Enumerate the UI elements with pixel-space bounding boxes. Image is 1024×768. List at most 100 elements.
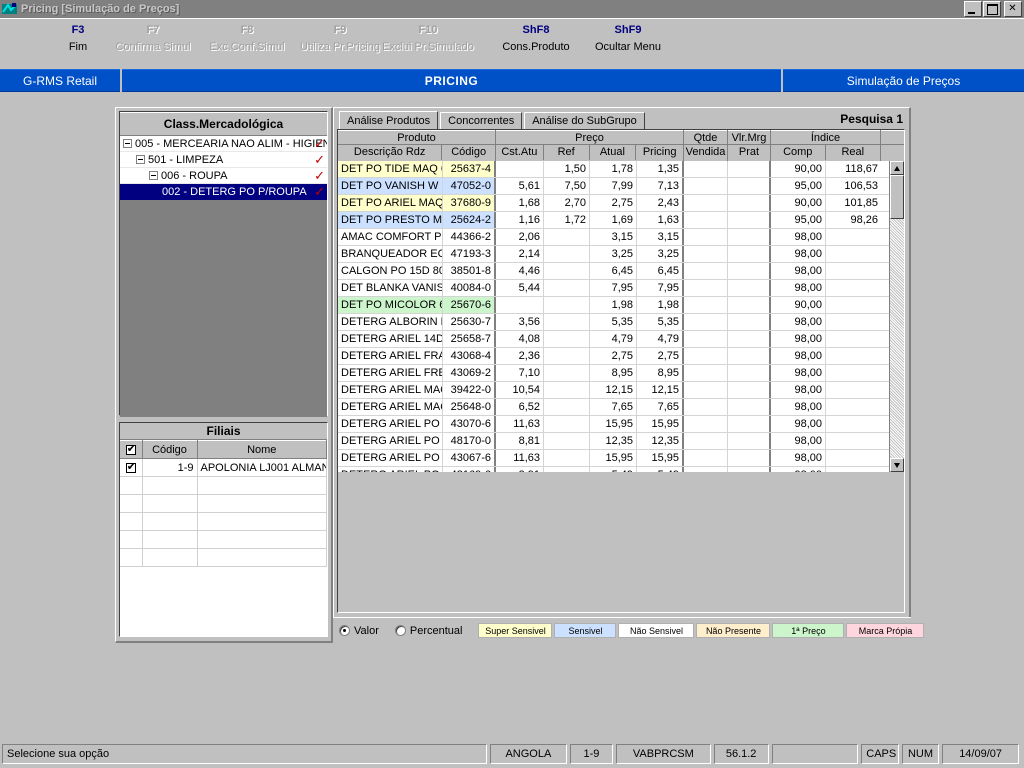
cell-cst[interactable] (496, 297, 544, 313)
cell-cod[interactable]: 48170-0 (443, 433, 496, 449)
cell-qtde[interactable] (684, 348, 728, 364)
radio-percentual-indicator[interactable] (394, 625, 406, 636)
cell-cst[interactable]: 11,63 (496, 416, 544, 432)
cell-cod[interactable]: 25648-0 (443, 399, 496, 415)
cell-ref[interactable] (544, 331, 590, 347)
grid-column-header[interactable]: Prat (728, 145, 770, 160)
cell-cst[interactable]: 11,63 (496, 450, 544, 466)
tree-node-0[interactable]: 005 - MERCEARIA NAO ALIM - HIGIEN ✓ (120, 136, 327, 152)
grid-column-header[interactable]: Atual (589, 145, 637, 160)
tree-collapse-icon[interactable] (149, 171, 158, 180)
cell-pricing[interactable]: 7,13 (637, 178, 684, 194)
cell-ref[interactable] (544, 314, 590, 330)
cell-ref[interactable] (544, 297, 590, 313)
cell-real[interactable]: 101,85 (826, 195, 881, 211)
cell-qtde[interactable] (684, 212, 728, 228)
cell-atual[interactable]: 8,95 (590, 365, 637, 381)
cell-ref[interactable] (544, 433, 590, 449)
cell-cst[interactable]: 10,54 (496, 382, 544, 398)
cell-ref[interactable]: 2,70 (544, 195, 590, 211)
cell-qtde[interactable] (684, 314, 728, 330)
cell-pricing[interactable]: 1,35 (637, 161, 684, 177)
cell-vlr[interactable] (728, 467, 771, 472)
cell-pricing[interactable]: 1,63 (637, 212, 684, 228)
cell-desc[interactable]: DET PO VANISH W 600G (338, 178, 443, 194)
filiais-row[interactable]: 1-9APOLONIA LJ001 ALMANCIL (120, 458, 327, 477)
cell-comp[interactable]: 98,00 (771, 280, 826, 296)
cell-qtde[interactable] (684, 280, 728, 296)
cell-atual[interactable]: 1,98 (590, 297, 637, 313)
table-row[interactable]: DETERG ARIEL PO F.ATLA48170-08,81 12,3512… (338, 433, 904, 450)
tree-collapse-icon[interactable] (123, 139, 132, 148)
cell-real[interactable] (826, 297, 881, 313)
cell-comp[interactable]: 98,00 (771, 433, 826, 449)
cell-real[interactable]: 98,26 (826, 212, 881, 228)
cell-atual[interactable]: 6,45 (590, 263, 637, 279)
cell-real[interactable] (826, 450, 881, 466)
cell-pricing[interactable]: 7,95 (637, 280, 684, 296)
table-row[interactable]: DET PO PRESTO MAQ 600G25624-21,161,721,6… (338, 212, 904, 229)
cell-comp[interactable]: 98,00 (771, 246, 826, 262)
cell-comp[interactable]: 98,00 (771, 365, 826, 381)
cell-qtde[interactable] (684, 246, 728, 262)
cell-cod[interactable]: 47193-3 (443, 246, 496, 262)
table-row[interactable]: DET PO VANISH W 600G47052-05,617,507,997… (338, 178, 904, 195)
fkey-shf9[interactable]: ShF9 Ocultar Menu (568, 24, 688, 53)
cell-atual[interactable]: 12,35 (590, 433, 637, 449)
cell-cst[interactable] (496, 161, 544, 177)
cell-cod[interactable]: 48169-6 (443, 467, 496, 472)
cell-pricing[interactable]: 1,98 (637, 297, 684, 313)
cell-comp[interactable]: 98,00 (771, 467, 826, 472)
cell-vlr[interactable] (728, 365, 771, 381)
tree-node-1[interactable]: 501 - LIMPEZA ✓ (120, 152, 327, 168)
cell-real[interactable] (826, 348, 881, 364)
cell-comp[interactable]: 95,00 (771, 212, 826, 228)
filiais-empty-row[interactable] (120, 548, 327, 567)
cell-cst[interactable]: 5,61 (496, 178, 544, 194)
grid-column-header[interactable]: Pricing (636, 145, 683, 160)
cell-comp[interactable]: 98,00 (771, 229, 826, 245)
table-row[interactable]: BRANQUEADOR ECOVER 40047193-32,14 3,253,2… (338, 246, 904, 263)
cell-pricing[interactable]: 5,49 (637, 467, 684, 472)
grid-column-header[interactable]: Descrição Rdz (338, 145, 443, 160)
cell-desc[interactable]: DETERG ARIEL MAQUINA 2 (338, 399, 443, 415)
cell-cod[interactable]: 43070-6 (443, 416, 496, 432)
cell-pricing[interactable]: 15,95 (637, 450, 684, 466)
cell-comp[interactable]: 95,00 (771, 178, 826, 194)
table-row[interactable]: DETERG ARIEL PO F.ATLA43070-611,63 15,951… (338, 416, 904, 433)
table-row[interactable]: DETERG ARIEL PO REGULA43067-611,63 15,951… (338, 450, 904, 467)
cell-qtde[interactable] (684, 229, 728, 245)
cell-atual[interactable]: 15,95 (590, 450, 637, 466)
cell-vlr[interactable] (728, 229, 771, 245)
cell-qtde[interactable] (684, 382, 728, 398)
table-row[interactable]: DETERG ALBORIN BEBE PO25630-73,56 5,355,3… (338, 314, 904, 331)
cell-real[interactable] (826, 331, 881, 347)
cell-real[interactable] (826, 416, 881, 432)
cell-ref[interactable] (544, 416, 590, 432)
scroll-down-icon[interactable] (890, 458, 904, 472)
cell-cod[interactable]: 25670-6 (443, 297, 496, 313)
cell-desc[interactable]: DET BLANKA VANISH OXI (338, 280, 443, 296)
cell-comp[interactable]: 90,00 (771, 195, 826, 211)
cell-vlr[interactable] (728, 450, 771, 466)
cell-vlr[interactable] (728, 399, 771, 415)
filiais-selectall-header[interactable] (120, 440, 143, 459)
cell-cst[interactable]: 8,81 (496, 433, 544, 449)
table-row[interactable]: DETERG ARIEL 14D=1,54K25658-74,08 4,794,7… (338, 331, 904, 348)
cell-real[interactable] (826, 365, 881, 381)
cell-cst[interactable]: 3,91 (496, 467, 544, 472)
cell-atual[interactable]: 2,75 (590, 348, 637, 364)
cell-cst[interactable]: 1,16 (496, 212, 544, 228)
cell-comp[interactable]: 98,00 (771, 399, 826, 415)
cell-comp[interactable]: 90,00 (771, 161, 826, 177)
tree-node-3[interactable]: 002 - DETERG PO P/ROUPA ✓ (120, 184, 327, 200)
cell-vlr[interactable] (728, 297, 771, 313)
cell-vlr[interactable] (728, 263, 771, 279)
cell-cod[interactable]: 38501-8 (443, 263, 496, 279)
cell-cod[interactable]: 25630-7 (443, 314, 496, 330)
cell-comp[interactable]: 98,00 (771, 263, 826, 279)
cell-pricing[interactable]: 4,79 (637, 331, 684, 347)
cell-cst[interactable]: 2,14 (496, 246, 544, 262)
table-row[interactable]: CALGON PO 15D 800G38501-84,46 6,456,45 98,… (338, 263, 904, 280)
cell-pricing[interactable]: 8,95 (637, 365, 684, 381)
